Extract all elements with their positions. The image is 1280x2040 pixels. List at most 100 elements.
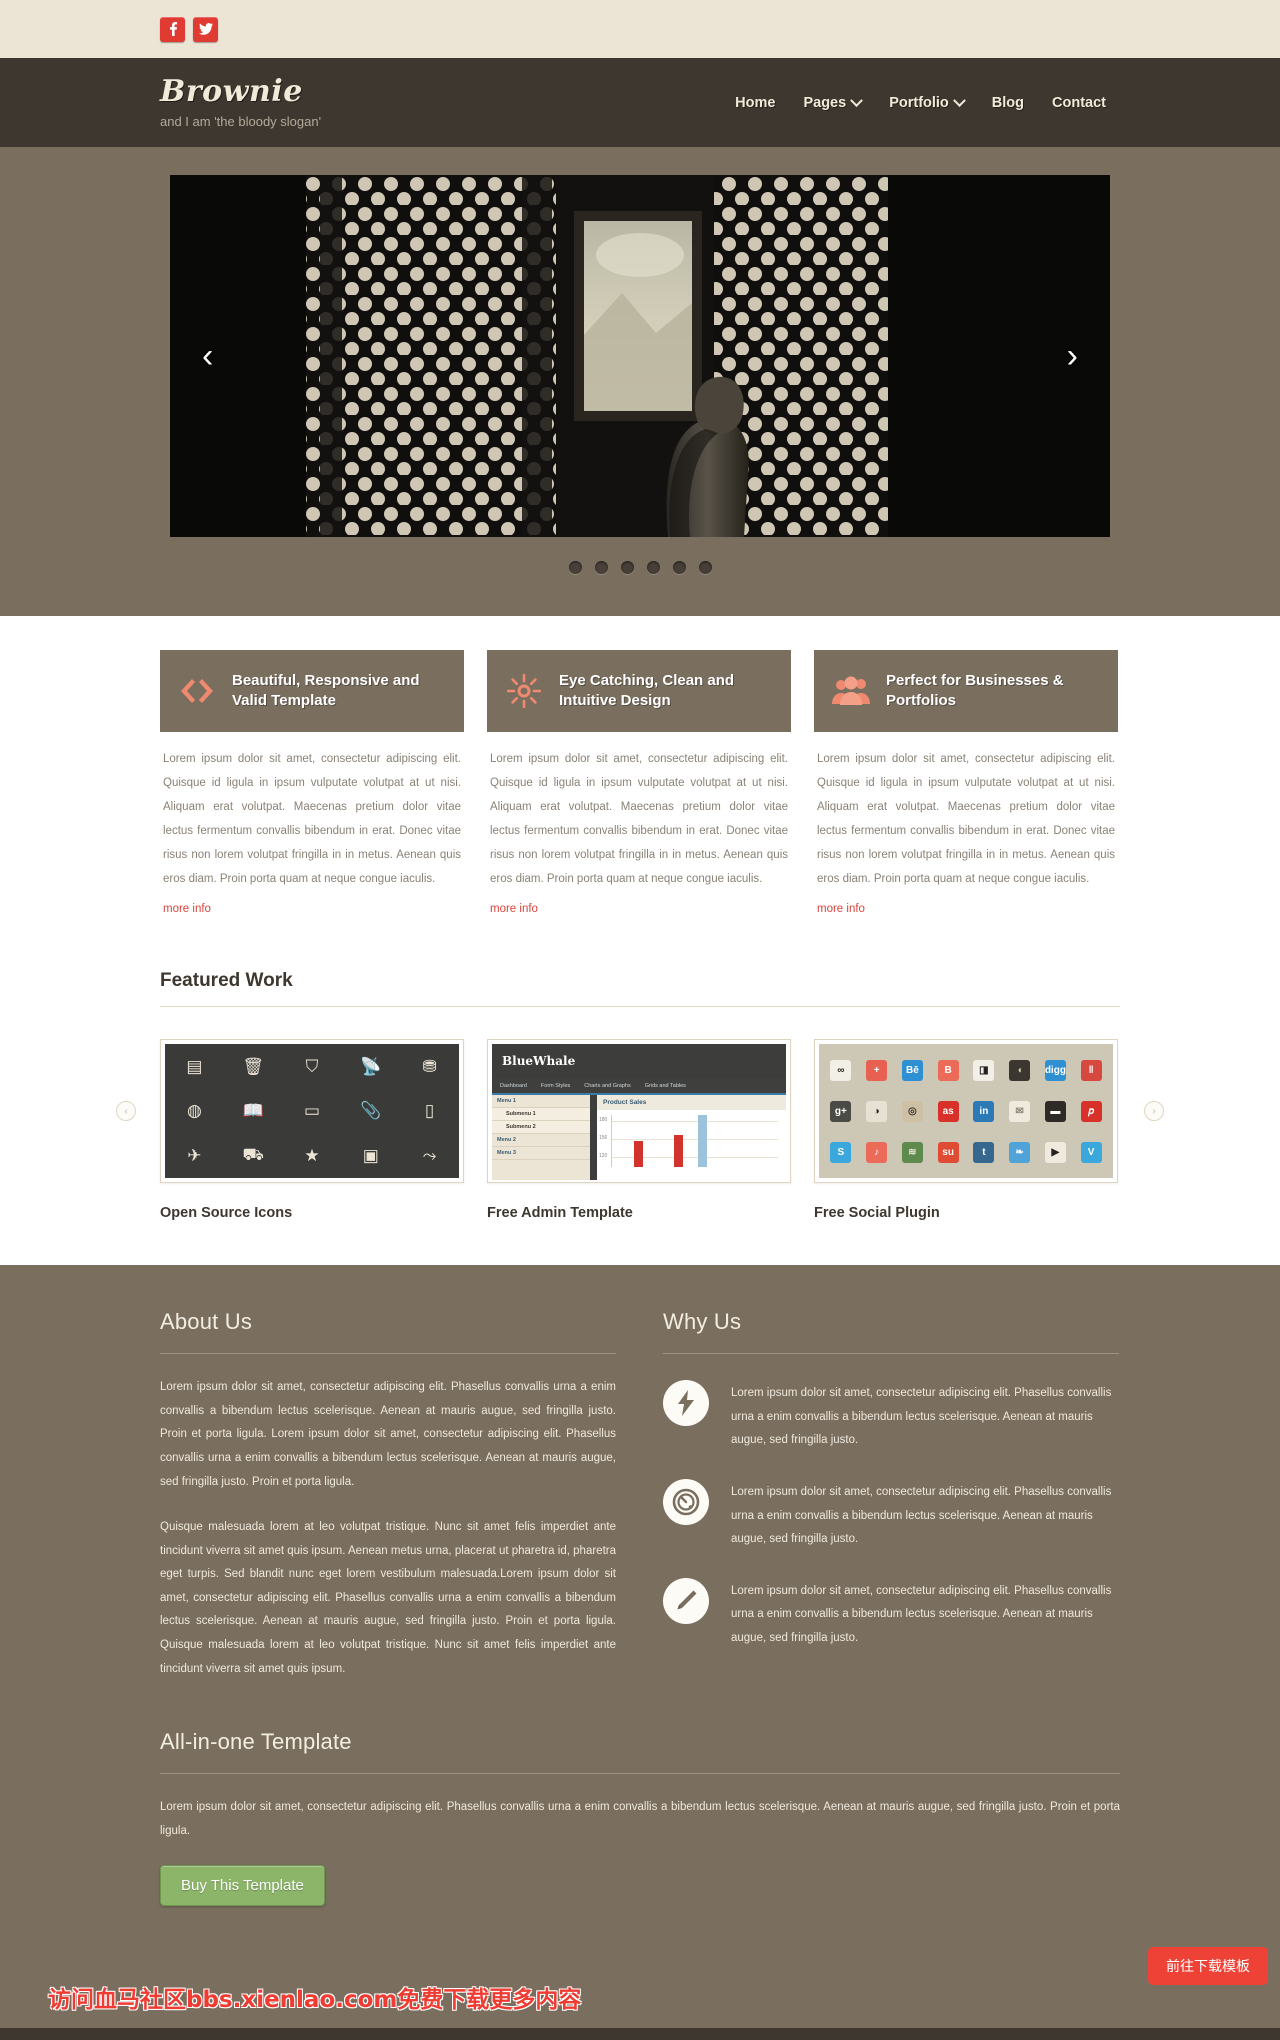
slider-wrapper: ‹ ›	[170, 175, 1110, 574]
slider-dot-4[interactable]	[646, 561, 660, 574]
slider-pagination	[170, 561, 1110, 574]
hero-slider-section: ‹ ›	[0, 147, 1280, 616]
work-thumbnail[interactable]: BlueWhale Dashboard Form Styles Charts a…	[487, 1039, 791, 1184]
slider-prev-arrow[interactable]: ‹	[192, 333, 223, 379]
chart-bar-2	[674, 1135, 683, 1168]
all-in-one-text: Lorem ipsum dolor sit amet, consectetur …	[160, 1801, 1120, 1837]
feature-body: Lorem ipsum dolor sit amet, consectetur …	[160, 732, 464, 922]
about-paragraph-1: Lorem ipsum dolor sit amet, consectetur …	[160, 1381, 616, 1488]
laptop-icon: ▤	[186, 1056, 203, 1076]
slider-dot-3[interactable]	[620, 561, 634, 574]
work-item-free-admin-template: BlueWhale Dashboard Form Styles Charts a…	[487, 1039, 791, 1221]
lightning-bolt-icon	[663, 1380, 709, 1427]
slide-image: ‹ ›	[170, 175, 1110, 537]
social-icon-tile: ≋	[901, 1141, 923, 1163]
chevron-down-icon	[952, 93, 966, 107]
chart-bar-3	[698, 1115, 707, 1168]
content-container: Beautiful, Responsive and Valid Template…	[116, 650, 1164, 1221]
main-content: Beautiful, Responsive and Valid Template…	[0, 616, 1280, 1266]
social-icon-tile: S	[830, 1141, 852, 1163]
top-bar	[0, 0, 1280, 59]
top-bar-inner	[160, 16, 1120, 42]
admin-menu-1: Menu 1	[492, 1095, 590, 1109]
airplane-icon: ✈	[187, 1146, 202, 1165]
feature-text: Lorem ipsum dolor sit amet, consectetur …	[817, 753, 1115, 885]
feature-card-business: Perfect for Businesses & Portfolios Lore…	[814, 650, 1118, 922]
all-in-one-divider	[160, 1773, 1120, 1775]
slider-next-arrow[interactable]: ›	[1057, 333, 1088, 379]
satellite-dish-icon: 📡	[360, 1056, 382, 1076]
social-icon-tile: as	[937, 1100, 959, 1122]
slider-dot-1[interactable]	[568, 561, 582, 574]
admin-main-panel: Product Sales 180 156 120	[597, 1095, 786, 1181]
about-us-column: About Us Lorem ipsum dolor sit amet, con…	[160, 1309, 616, 1681]
work-thumbnail[interactable]: ▤ 🗑 ⛉ 📡 ⛃ ◍ 📖 ▭ 📎 ▯ ✈ ⛟ ★ ▣ ⤳	[160, 1039, 464, 1184]
feature-header: Perfect for Businesses & Portfolios	[814, 650, 1118, 732]
more-info-link[interactable]: more info	[817, 898, 865, 922]
download-template-button[interactable]: 前往下载模板	[1148, 1947, 1268, 1986]
id-card-icon: ▣	[362, 1146, 379, 1165]
network-icon: ⛃	[422, 1056, 437, 1076]
work-thumbnail[interactable]: ∞ + Bē B ◨ ◖ digg ‖ g+ ◑ ◎ as in ✉ ▬ 𝑝 S ♪ ≋ su t ❧ ▶ V	[814, 1039, 1118, 1184]
social-icon-tile: su	[937, 1141, 959, 1163]
nav-item-contact[interactable]: Contact	[1038, 87, 1120, 119]
slide-artwork	[170, 175, 1110, 537]
page-root: Brownie and I am 'the bloody slogan' Hom…	[0, 0, 1280, 2040]
social-icon-tile: ‖	[1080, 1060, 1102, 1082]
why-item-speed: Lorem ipsum dolor sit amet, consectetur …	[663, 1380, 1119, 1453]
why-us-title: Why Us	[663, 1309, 742, 1335]
people-group-icon	[830, 670, 872, 712]
footer-info-section: About Us Lorem ipsum dolor sit amet, con…	[0, 1265, 1280, 2040]
social-icon-tile: ▬	[1044, 1100, 1066, 1122]
carousel-next-icon[interactable]: ›	[1144, 1101, 1164, 1122]
nav-item-home[interactable]: Home	[721, 87, 789, 119]
featured-work-carousel: ‹ › ▤ 🗑 ⛉ 📡 ⛃ ◍ 📖 ▭ 📎 ▯ ✈ ⛟ ★ ▣ ⤳ Open S…	[116, 1039, 1164, 1221]
social-icon-tile: ✉	[1009, 1100, 1031, 1122]
feature-body: Lorem ipsum dolor sit amet, consectetur …	[814, 732, 1118, 922]
social-icon-tile: ♪	[866, 1141, 888, 1163]
icon-grid-preview: ▤ 🗑 ⛉ 📡 ⛃ ◍ 📖 ▭ 📎 ▯ ✈ ⛟ ★ ▣ ⤳	[165, 1044, 459, 1179]
more-info-link[interactable]: more info	[490, 898, 538, 922]
dark-columns: About Us Lorem ipsum dolor sit amet, con…	[160, 1309, 1120, 1681]
carousel-prev-icon[interactable]: ‹	[116, 1101, 136, 1122]
social-icon-tile: ◎	[901, 1100, 923, 1122]
facebook-icon[interactable]	[160, 16, 185, 42]
social-icon-tile: ▶	[1044, 1141, 1066, 1163]
nav-item-pages[interactable]: Pages	[789, 87, 875, 119]
admin-menu-item: Charts and Graphs	[584, 1082, 631, 1089]
social-icon-tile: ❧	[1009, 1141, 1031, 1163]
paperclip-icon: 📎	[360, 1101, 382, 1121]
section-divider	[160, 1006, 1120, 1008]
feature-title: Perfect for Businesses & Portfolios	[886, 671, 1064, 709]
nav-item-blog[interactable]: Blog	[978, 87, 1038, 119]
admin-panel-title: Product Sales	[597, 1095, 786, 1111]
admin-menu-3: Menu 3	[492, 1147, 590, 1161]
sun-icon	[503, 670, 545, 712]
admin-submenu-1: Submenu 1	[492, 1108, 590, 1122]
work-item-open-source-icons: ▤ 🗑 ⛉ 📡 ⛃ ◍ 📖 ▭ 📎 ▯ ✈ ⛟ ★ ▣ ⤳ Open Sourc…	[160, 1039, 464, 1221]
brand-block[interactable]: Brownie and I am 'the bloody slogan'	[160, 74, 321, 130]
feature-body: Lorem ipsum dolor sit amet, consectetur …	[487, 732, 791, 922]
more-info-link[interactable]: more info	[163, 898, 211, 922]
main-navigation: Home Pages Portfolio Blog Contact	[721, 87, 1120, 119]
social-icon-tile: digg	[1044, 1060, 1066, 1082]
feature-title: Eye Catching, Clean and Intuitive Design	[559, 671, 735, 709]
work-item-free-social-plugin: ∞ + Bē B ◨ ◖ digg ‖ g+ ◑ ◎ as in ✉ ▬ 𝑝 S ♪ ≋ su t ❧ ▶ V Free So…	[814, 1039, 1118, 1221]
share-icon: ⤳	[422, 1146, 437, 1165]
gauge-dial-icon	[663, 1479, 709, 1526]
social-icon-tile: ∞	[830, 1060, 852, 1082]
nav-label: Contact	[1052, 95, 1106, 111]
brand-name: Brownie	[160, 74, 303, 109]
why-text: Lorem ipsum dolor sit amet, consectetur …	[731, 1486, 1112, 1546]
slider-dot-2[interactable]	[594, 561, 608, 574]
slider-dot-6[interactable]	[698, 561, 712, 574]
admin-menu-2: Menu 2	[492, 1134, 590, 1148]
mobile-phone-icon: ▯	[424, 1101, 435, 1121]
nav-item-portfolio[interactable]: Portfolio	[875, 87, 978, 119]
admin-sidebar: Menu 1 Submenu 1 Submenu 2 Menu 2 Menu 3	[492, 1095, 597, 1181]
buy-this-template-button[interactable]: Buy This Template	[160, 1865, 325, 1907]
feature-header: Beautiful, Responsive and Valid Template	[160, 650, 464, 732]
book-icon: 📖	[242, 1101, 264, 1121]
slider-dot-5[interactable]	[672, 561, 686, 574]
twitter-icon[interactable]	[193, 16, 218, 42]
